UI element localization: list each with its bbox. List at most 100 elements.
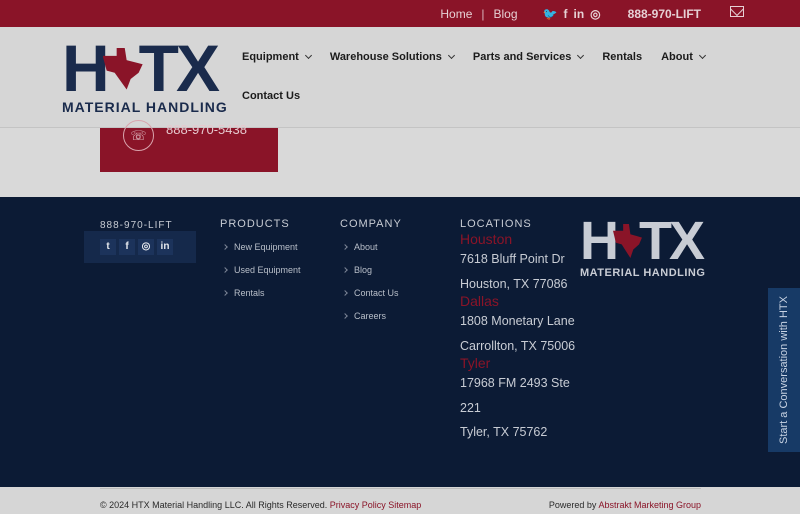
mail-icon[interactable] [730, 6, 744, 17]
logo-letter-t: T [638, 211, 672, 271]
footer-link[interactable]: About [340, 242, 402, 265]
nav-equipment[interactable]: Equipment [242, 51, 312, 63]
chevron-down-icon [304, 51, 312, 60]
bottom-bar: © 2024 HTX Material Handling LLC. All Ri… [0, 487, 800, 514]
location-city[interactable]: Houston [460, 231, 575, 247]
twitter-icon[interactable]: 🐦 [543, 7, 558, 21]
chevron-down-icon [577, 51, 585, 60]
texas-icon [613, 224, 642, 258]
home-link[interactable]: Home [440, 7, 472, 21]
cta-phone[interactable]: 888-970-5438 [166, 122, 247, 137]
nav-parts-and-services[interactable]: Parts and Services [472, 51, 585, 63]
site-header: H T X MATERIAL HANDLING Equipment Wareho… [0, 27, 800, 128]
top-links: Home | Blog 🐦 f in ◎ 888-970-LIFT [440, 0, 744, 27]
footer-social: t f ◎ in [84, 231, 196, 263]
chevron-down-icon [447, 51, 455, 60]
logo-letter-t: T [138, 31, 179, 105]
instagram-icon[interactable]: ◎ [590, 7, 600, 21]
nav-contact-us[interactable]: Contact Us [242, 90, 300, 102]
address-line: 7618 Bluff Point Dr [460, 252, 565, 266]
nav-about[interactable]: About [661, 51, 706, 63]
nav-row-2: Contact Us [242, 89, 705, 103]
footer-link[interactable]: Contact Us [340, 288, 402, 311]
chevron-right-icon [222, 267, 228, 273]
instagram-icon[interactable]: ◎ [138, 239, 154, 255]
separator: | [481, 6, 485, 21]
nav-warehouse-solutions[interactable]: Warehouse Solutions [329, 51, 455, 63]
location-tyler: Tyler 17968 FM 2493 Ste 221 Tyler, TX 75… [460, 355, 575, 445]
linkedin-icon[interactable]: in [573, 7, 584, 21]
footer-link[interactable]: Careers [340, 311, 402, 334]
twitter-icon[interactable]: t [100, 239, 116, 255]
chevron-right-icon [222, 244, 228, 250]
chevron-right-icon [342, 290, 348, 296]
call-cta-box[interactable]: ☏ 888-970-5438 [100, 120, 278, 172]
logo-letter-x: X [175, 31, 220, 105]
footer-link-label: Careers [354, 311, 387, 321]
nav-row: Equipment Warehouse Solutions Parts and … [242, 50, 706, 64]
chevron-right-icon [342, 244, 348, 250]
chevron-right-icon [342, 267, 348, 273]
footer-logo[interactable]: H T X MATERIAL HANDLING [580, 211, 706, 279]
privacy-policy-link[interactable]: Privacy Policy [330, 500, 386, 510]
address-line: Tyler, TX 75762 [460, 425, 548, 439]
footer-link-label: About [354, 242, 378, 252]
top-bar: Home | Blog 🐦 f in ◎ 888-970-LIFT [0, 0, 800, 27]
footer-link[interactable]: Used Equipment [220, 265, 301, 288]
nav-label: About [661, 51, 693, 63]
nav-label: Equipment [242, 51, 299, 63]
logo-letter-h: H [580, 211, 619, 271]
footer-link[interactable]: New Equipment [220, 242, 301, 265]
footer-phone[interactable]: 888-970-LIFT [100, 220, 173, 231]
footer-link[interactable]: Blog [340, 265, 402, 288]
products-heading: PRODUCTS [220, 218, 290, 230]
top-phone-link[interactable]: 888-970-LIFT [628, 7, 701, 21]
location-houston: Houston 7618 Bluff Point Dr Houston, TX … [460, 231, 575, 296]
facebook-icon[interactable]: f [119, 239, 135, 255]
nav-label: Rentals [602, 51, 643, 63]
logo-tagline: MATERIAL HANDLING [62, 99, 228, 115]
footer-link-label: Blog [354, 265, 373, 275]
facebook-icon[interactable]: f [563, 7, 567, 21]
footer-link-label: Rentals [234, 288, 265, 298]
footer-link-label: New Equipment [234, 242, 298, 252]
site-footer: 888-970-LIFT t f ◎ in PRODUCTS New Equip… [0, 197, 800, 487]
main-nav: Equipment Warehouse Solutions Parts and … [242, 50, 706, 103]
chevron-right-icon [342, 313, 348, 319]
linkedin-icon[interactable]: in [157, 239, 173, 255]
chevron-down-icon [698, 51, 706, 60]
phone-icon: ☏ [123, 120, 154, 151]
copyright-text: © 2024 HTX Material Handling LLC. All Ri… [100, 500, 328, 510]
footer-link-label: Used Equipment [234, 265, 301, 275]
locations-column: LOCATIONS Houston 7618 Bluff Point Dr Ho… [460, 218, 575, 445]
texas-icon [102, 47, 143, 90]
nav-label: Contact Us [242, 90, 301, 102]
copyright: © 2024 HTX Material Handling LLC. All Ri… [100, 500, 421, 510]
footer-link[interactable]: Rentals [220, 288, 301, 311]
logo-letter-h: H [62, 31, 110, 105]
powered-by-text: Powered by [548, 500, 597, 510]
powered-by: Powered by Abstrakt Marketing Group [549, 500, 701, 510]
company-column: COMPANY About Blog Contact Us Careers [340, 218, 402, 334]
divider [100, 488, 701, 489]
blog-link[interactable]: Blog [494, 7, 518, 21]
footer-link-label: Contact Us [354, 288, 399, 298]
chat-tab[interactable]: Start a Conversation with HTX [768, 288, 800, 452]
address-line: 17968 FM 2493 Ste [460, 376, 570, 390]
top-social: 🐦 f in ◎ [543, 7, 601, 21]
logo-tagline: MATERIAL HANDLING [580, 267, 706, 279]
locations-heading: LOCATIONS [460, 218, 532, 230]
chevron-right-icon [222, 290, 228, 296]
nav-rentals[interactable]: Rentals [602, 51, 642, 63]
chat-label: Start a Conversation with HTX [778, 296, 790, 444]
sitemap-link[interactable]: Sitemap [388, 500, 421, 510]
nav-label: Parts and Services [472, 51, 572, 63]
address-line: 1808 Monetary Lane [460, 314, 575, 328]
company-heading: COMPANY [340, 218, 402, 230]
agency-link[interactable]: Abstrakt Marketing Group [598, 500, 701, 510]
htx-logo[interactable]: H T X MATERIAL HANDLING [62, 31, 228, 116]
logo-letters: H T X [580, 211, 705, 271]
location-dallas: Dallas 1808 Monetary Lane Carrollton, TX… [460, 293, 575, 358]
products-column: PRODUCTS New Equipment Used Equipment Re… [220, 218, 301, 311]
nav-label: Warehouse Solutions [329, 51, 442, 63]
